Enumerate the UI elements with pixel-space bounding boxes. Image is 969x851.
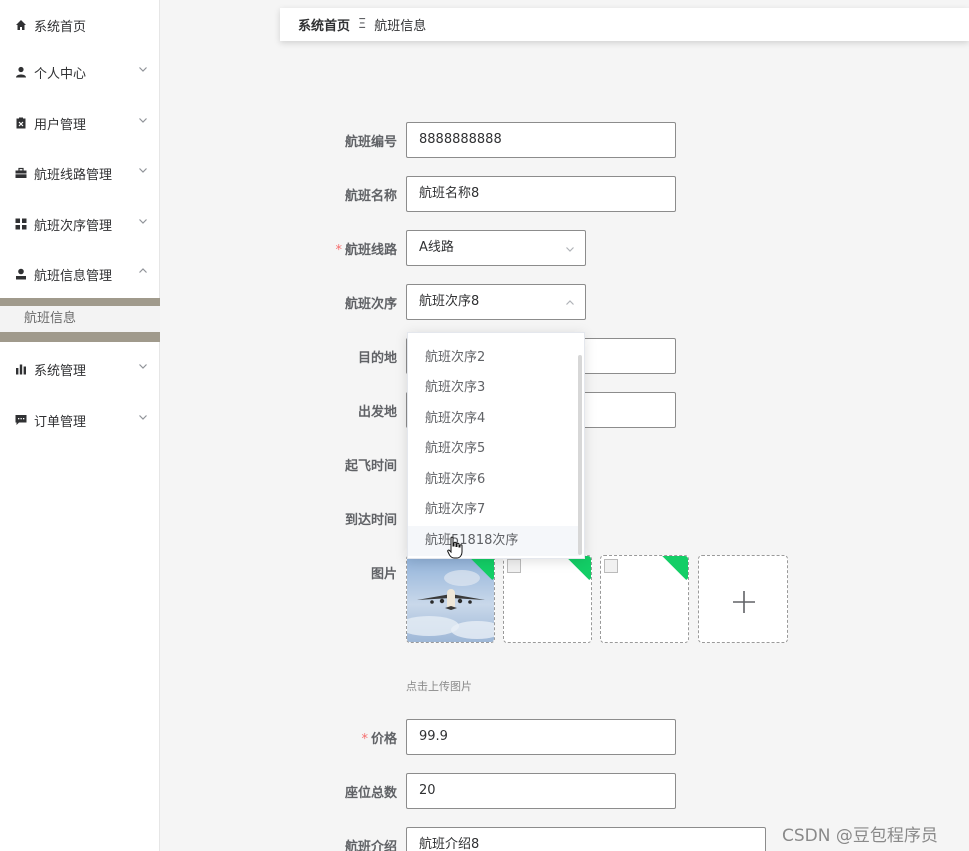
image-thumb-broken-2[interactable]	[600, 555, 689, 643]
upload-image-button[interactable]	[698, 555, 788, 643]
home-icon	[14, 18, 28, 32]
sidebar-item-label: 航班信息管理	[34, 268, 113, 284]
required-mark: *	[335, 243, 342, 258]
price-label: * 价格	[297, 728, 397, 747]
dropdown-option[interactable]: 航班次序5	[408, 434, 580, 464]
flight-name-label: 航班名称	[344, 189, 397, 204]
dropdown-option[interactable]: 航班次序3	[408, 373, 580, 403]
chevron-down-icon	[139, 118, 147, 123]
sidebar-item-label: 系统首页	[34, 19, 87, 35]
dropdown-option[interactable]: 航班次序4	[408, 404, 580, 434]
intro-input[interactable]: 航班介绍8	[406, 827, 766, 851]
sequence-dropdown: 航班次序2 航班次序3 航班次序4 航班次序5 航班次序6 航班次序7 航班51…	[407, 332, 585, 559]
chevron-down-icon	[566, 247, 574, 252]
sidebar-item-flight-info[interactable]: 航班信息管理	[0, 249, 160, 299]
sidebar-item-label: 个人中心	[34, 66, 87, 82]
route-label: * 航班线路	[297, 239, 397, 258]
sidebar: 系统首页 个人中心 用户管理 航班线路管理 航班次序管理 航班信息管理 航班信息…	[0, 0, 160, 851]
upload-hint: 点击上传图片	[406, 680, 472, 693]
destination-label: 目的地	[357, 351, 397, 366]
uploaded-badge-icon	[657, 556, 688, 581]
route-select[interactable]: A线路	[406, 230, 586, 266]
hand-cursor-icon	[447, 536, 463, 559]
route-label-text: 航班线路	[344, 243, 397, 258]
briefcase-icon	[14, 166, 28, 180]
flight-name-input[interactable]: 航班名称8	[406, 176, 676, 212]
chevron-up-icon	[139, 268, 147, 273]
image-label: 图片	[370, 567, 397, 582]
broken-image-icon	[507, 559, 521, 573]
sidebar-item-label: 用户管理	[34, 117, 87, 133]
breadcrumb: 系统首页 Ξ 航班信息	[280, 8, 969, 41]
clipboard-icon	[14, 116, 28, 130]
sequence-select[interactable]: 航班次序8	[406, 284, 586, 320]
arrive-time-label: 到达时间	[344, 513, 397, 528]
flight-no-input[interactable]: 8888888888	[406, 122, 676, 158]
seats-input[interactable]: 20	[406, 773, 676, 809]
sidebar-item-users[interactable]: 用户管理	[0, 98, 160, 148]
sidebar-item-label: 系统管理	[34, 363, 87, 379]
dropdown-option-hovered[interactable]: 航班51818次序	[408, 526, 580, 556]
chevron-down-icon	[139, 415, 147, 420]
sidebar-item-label: 订单管理	[34, 414, 87, 430]
route-select-value: A线路	[419, 240, 454, 255]
sidebar-item-label: 航班线路管理	[34, 167, 113, 183]
chat-icon	[14, 413, 28, 427]
price-input[interactable]: 99.9	[406, 719, 676, 755]
required-mark: *	[361, 732, 368, 747]
sidebar-subitem-flight-info[interactable]: 航班信息	[0, 306, 160, 332]
sidebar-item-home[interactable]: 系统首页	[0, 0, 160, 50]
sidebar-item-routes[interactable]: 航班线路管理	[0, 148, 160, 198]
intro-label: 航班介绍	[344, 840, 397, 851]
chevron-down-icon	[139, 364, 147, 369]
sequence-select-value: 航班次序8	[419, 294, 480, 309]
broken-image-icon	[604, 559, 618, 573]
breadcrumb-current: 航班信息	[374, 19, 427, 34]
sidebar-item-label: 航班次序管理	[34, 218, 113, 234]
chevron-down-icon	[139, 219, 147, 224]
sidebar-item-orders[interactable]: 订单管理	[0, 395, 160, 445]
price-label-text: 价格	[370, 732, 397, 747]
breadcrumb-home[interactable]: 系统首页	[298, 15, 350, 34]
chevron-down-icon	[139, 67, 147, 72]
origin-label: 出发地	[357, 405, 397, 420]
grid-icon	[14, 217, 28, 231]
dropdown-option[interactable]: 航班次序6	[408, 465, 580, 495]
flight-no-label: 航班编号	[344, 135, 397, 150]
dropdown-option[interactable]: 航班次序2	[408, 343, 580, 373]
user-icon	[14, 65, 28, 79]
sidebar-subitem-active-band: 航班信息	[0, 298, 160, 342]
dropdown-scrollbar[interactable]	[578, 355, 582, 555]
watermark: CSDN @豆包程序员	[782, 826, 938, 846]
sidebar-item-sequence[interactable]: 航班次序管理	[0, 199, 160, 249]
sequence-label: 航班次序	[344, 297, 397, 312]
person-icon	[14, 267, 28, 281]
seats-label: 座位总数	[344, 786, 397, 801]
breadcrumb-separator-icon: Ξ	[358, 17, 367, 32]
chevron-down-icon	[139, 168, 147, 173]
bar-chart-icon	[14, 362, 28, 376]
dropdown-option[interactable]: 航班次序7	[408, 495, 580, 525]
depart-time-label: 起飞时间	[344, 459, 397, 474]
image-thumb-broken-1[interactable]	[503, 555, 592, 643]
sidebar-item-personal[interactable]: 个人中心	[0, 47, 160, 97]
image-thumb-airplane[interactable]	[406, 555, 495, 643]
sidebar-item-system[interactable]: 系统管理	[0, 344, 160, 394]
plus-icon	[733, 591, 755, 613]
chevron-up-icon	[566, 300, 574, 305]
